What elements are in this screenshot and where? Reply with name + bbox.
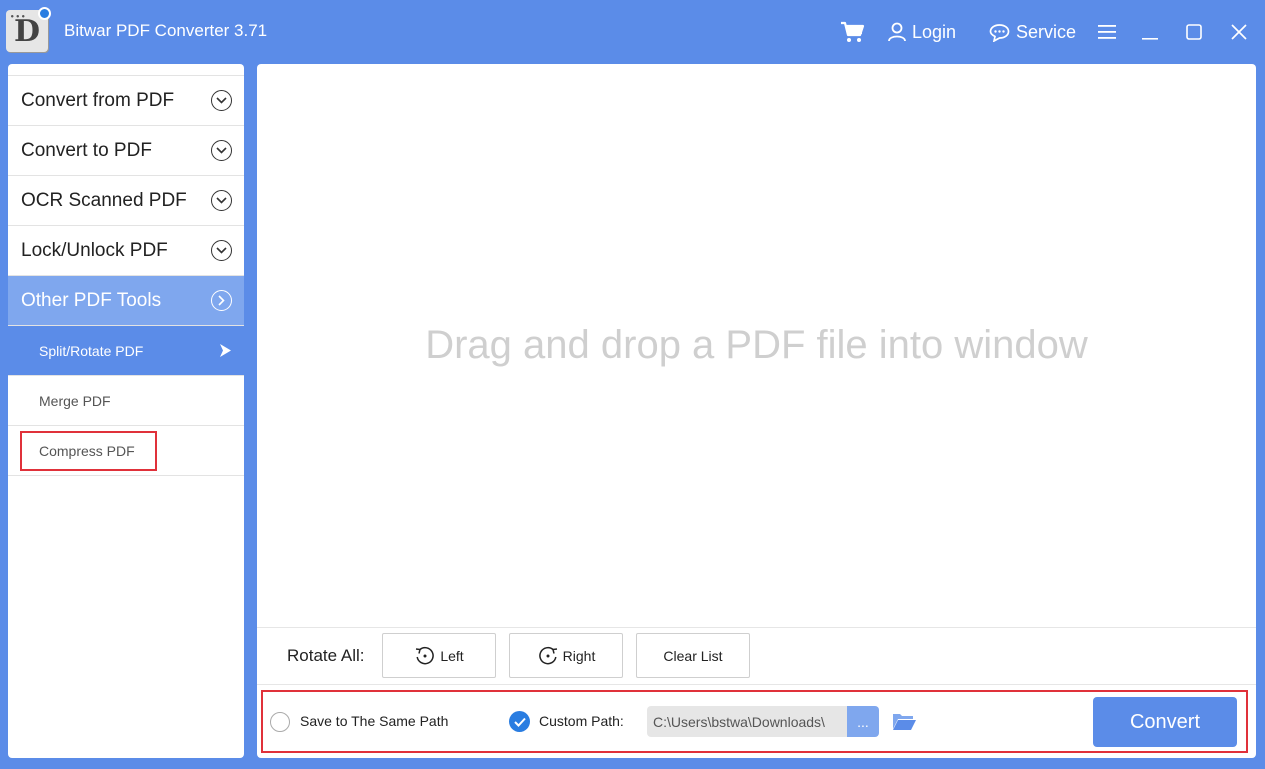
sidebar-subitem-compress-pdf[interactable]: Compress PDF xyxy=(8,426,244,476)
sidebar-item-label: Other PDF Tools xyxy=(21,289,162,311)
save-same-path-radio[interactable] xyxy=(270,712,290,732)
title-bar: ••• D Bitwar PDF Converter 3.71 Login Se… xyxy=(0,0,1265,64)
menu-button[interactable] xyxy=(1098,17,1116,47)
convert-button[interactable]: Convert xyxy=(1093,697,1237,747)
sidebar: Convert from PDF Convert to PDF OCR Scan… xyxy=(8,64,244,758)
chevron-right-circle-icon xyxy=(211,290,232,311)
custom-path-label[interactable]: Custom Path: xyxy=(539,713,624,729)
cart-button[interactable] xyxy=(840,17,865,47)
sidebar-subitem-label: Split/Rotate PDF xyxy=(39,342,144,359)
sidebar-subitem-label: Merge PDF xyxy=(39,392,111,409)
sidebar-item-ocr-scanned-pdf[interactable]: OCR Scanned PDF xyxy=(8,176,244,226)
minimize-button[interactable] xyxy=(1142,17,1158,47)
custom-path-field[interactable]: C:\Users\bstwa\Downloads\ xyxy=(647,706,847,737)
sidebar-item-label: Lock/Unlock PDF xyxy=(21,239,168,261)
rotate-right-label: Right xyxy=(562,647,596,664)
highlight-box xyxy=(20,431,157,471)
close-button[interactable] xyxy=(1231,17,1247,47)
checkmark-icon xyxy=(513,717,526,727)
close-icon xyxy=(1231,24,1247,40)
login-label: Login xyxy=(912,21,957,42)
sidebar-item-label: OCR Scanned PDF xyxy=(21,189,187,211)
clear-list-label: Clear List xyxy=(663,647,723,664)
user-icon xyxy=(888,22,906,42)
sidebar-item-label: Convert to PDF xyxy=(21,139,152,161)
sidebar-item-label: Convert from PDF xyxy=(21,89,175,111)
service-button[interactable]: Service xyxy=(989,17,1076,47)
open-folder-icon[interactable] xyxy=(892,711,917,731)
chevron-down-circle-icon xyxy=(211,140,232,161)
caret-right-icon xyxy=(220,344,231,357)
rotate-right-icon xyxy=(538,646,557,664)
chevron-down-circle-icon xyxy=(211,90,232,111)
sidebar-subitem-split-rotate-pdf[interactable]: Split/Rotate PDF xyxy=(8,326,244,376)
hamburger-menu-icon xyxy=(1098,25,1116,39)
app-title: Bitwar PDF Converter 3.71 xyxy=(64,21,268,40)
service-label: Service xyxy=(1016,21,1077,42)
divider xyxy=(257,627,1256,628)
chat-icon xyxy=(989,23,1010,42)
sidebar-item-convert-to-pdf[interactable]: Convert to PDF xyxy=(8,126,244,176)
save-same-path-label[interactable]: Save to The Same Path xyxy=(300,713,448,729)
minimize-icon xyxy=(1142,38,1158,40)
rotate-all-label: Rotate All: xyxy=(287,646,365,665)
sidebar-item-other-pdf-tools[interactable]: Other PDF Tools xyxy=(8,276,244,326)
sidebar-item-lock-unlock-pdf[interactable]: Lock/Unlock PDF xyxy=(8,226,244,276)
login-button[interactable]: Login xyxy=(888,17,956,47)
rotate-left-icon xyxy=(416,646,435,664)
main-panel: Drag and drop a PDF file into window Rot… xyxy=(257,64,1256,758)
maximize-icon xyxy=(1186,24,1202,40)
sidebar-item-convert-from-pdf[interactable]: Convert from PDF xyxy=(8,76,244,126)
custom-path-radio-checked[interactable] xyxy=(509,711,530,732)
cart-icon xyxy=(841,21,865,42)
rotate-right-button[interactable]: Right xyxy=(509,633,623,678)
rotate-left-button[interactable]: Left xyxy=(382,633,496,678)
chevron-down-circle-icon xyxy=(211,190,232,211)
maximize-button[interactable] xyxy=(1186,17,1202,47)
browse-path-button[interactable]: ... xyxy=(847,706,879,737)
chevron-down-circle-icon xyxy=(211,240,232,261)
divider xyxy=(257,684,1256,685)
rotate-left-label: Left xyxy=(440,647,464,664)
clear-list-button[interactable]: Clear List xyxy=(636,633,750,678)
app-logo: ••• D xyxy=(6,7,51,52)
sidebar-subitem-merge-pdf[interactable]: Merge PDF xyxy=(8,376,244,426)
drop-zone-hint[interactable]: Drag and drop a PDF file into window xyxy=(257,323,1256,368)
